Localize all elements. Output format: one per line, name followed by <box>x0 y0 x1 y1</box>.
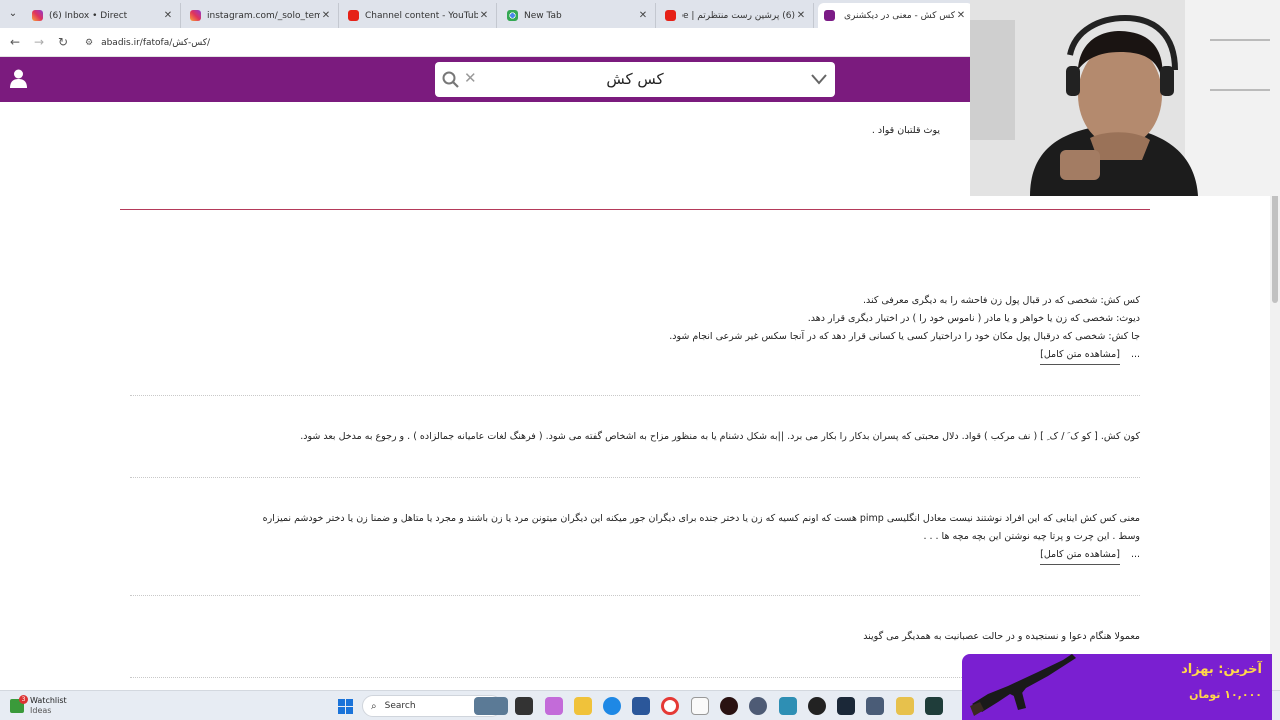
entry-line: جا کش: شخصی که درقبال پول مکان خود را در… <box>669 331 1140 342</box>
store-icon[interactable] <box>632 697 650 715</box>
entry-separator <box>130 395 1140 396</box>
tab-abadis-active[interactable]: کس کش - معنی در دیکشنری آبادیس ✕ <box>818 3 973 28</box>
close-icon[interactable]: ✕ <box>478 10 490 21</box>
entry-line: وسط . این چرت و پرتا چیه نوشتن این بچه م… <box>923 531 1140 542</box>
close-icon[interactable]: ✕ <box>795 10 807 21</box>
forward-arrow-icon[interactable]: → <box>32 35 46 49</box>
entry-line: کون کش. [ کو ک َ / ک ِ ] ( نف مرکب ) قوا… <box>300 431 1140 442</box>
entry-line: دیوث: شخصی که زن یا خواهر و یا مادر ( نا… <box>807 313 1140 324</box>
close-icon[interactable]: ✕ <box>955 10 967 21</box>
weather-widget-icon[interactable] <box>474 697 508 715</box>
entry-more: ... [مشاهده متن کامل] <box>130 346 1140 365</box>
url-text: abadis.ir/fatofa/کس-کش/ <box>101 37 211 48</box>
tab-youtube-channel[interactable]: (6) پرشین رست منتظرتم | YouTube ✕ <box>659 3 814 28</box>
search-box[interactable]: ✕ کس کش <box>435 62 835 97</box>
tab-title: instagram.com/_solo_templar/ <box>207 10 320 21</box>
youtube-icon <box>665 10 676 21</box>
search-input[interactable]: کس کش <box>495 62 775 97</box>
notepad-icon[interactable] <box>691 697 709 715</box>
tab-title: Channel content - YouTube Stu <box>365 10 478 21</box>
telegram-icon[interactable] <box>779 697 797 715</box>
instagram-icon <box>32 10 43 21</box>
back-arrow-icon[interactable]: ← <box>8 35 22 49</box>
previous-entry-fragment: یوث قلتبان قواد . <box>871 125 940 136</box>
user-icon[interactable] <box>10 69 27 88</box>
tab-title: New Tab <box>524 10 562 21</box>
webcam-overlay <box>970 0 1280 196</box>
instagram-icon <box>190 10 201 21</box>
tab-instagram-profile[interactable]: instagram.com/_solo_templar/ ✕ <box>184 3 339 28</box>
app-icon[interactable] <box>925 697 943 715</box>
watchlist-title: Watchlist <box>30 696 67 705</box>
close-icon[interactable]: ✕ <box>162 10 174 21</box>
tab-title: (6) پرشین رست منتظرتم | YouTube <box>682 10 795 21</box>
task-view-icon[interactable] <box>515 697 533 715</box>
app-icon[interactable] <box>720 697 738 715</box>
entry-separator <box>130 477 1140 478</box>
section-divider <box>120 209 1150 210</box>
chrome-taskbar-icon[interactable] <box>661 697 679 715</box>
copilot-icon[interactable] <box>545 697 563 715</box>
app-icon[interactable] <box>896 697 914 715</box>
donation-alert: آخرین: بهزاد ۱۰,۰۰۰ تومان <box>962 654 1272 720</box>
url-field[interactable]: ⚙ abadis.ir/fatofa/کس-کش/ <box>85 33 965 52</box>
entry-more: ... [مشاهده متن کامل] <box>130 546 1140 565</box>
chrome-icon <box>507 10 518 21</box>
watchlist-widget[interactable]: 3 Watchlist Ideas <box>10 695 67 717</box>
screen: ⌄ (6) Inbox • Direct ✕ instagram.com/_so… <box>0 0 1280 720</box>
stocks-icon: 3 <box>10 695 28 713</box>
reload-icon[interactable]: ↻ <box>56 35 70 49</box>
clear-icon[interactable]: ✕ <box>464 69 477 87</box>
tab-inbox-direct[interactable]: (6) Inbox • Direct ✕ <box>26 3 181 28</box>
donation-amount: ۱۰,۰۰۰ تومان <box>1189 688 1262 701</box>
entry-line: معمولا هنگام دعوا و نسنجیده و در حالت عص… <box>863 631 1140 642</box>
chevron-down-icon[interactable] <box>811 74 827 85</box>
show-full-text-link[interactable]: [مشاهده متن کامل] <box>1040 546 1120 565</box>
tab-youtube-studio[interactable]: Channel content - YouTube Stu ✕ <box>342 3 497 28</box>
obs-icon[interactable] <box>808 697 826 715</box>
entry-line: معنی کس کش اینایی که این افراد نوشتند نی… <box>262 513 1140 524</box>
abadis-icon <box>824 10 835 21</box>
windows-start-icon[interactable] <box>338 699 353 714</box>
app-icon[interactable] <box>749 697 767 715</box>
taskbar-search-placeholder: Search <box>384 701 416 711</box>
ellipsis: ... <box>1130 349 1140 360</box>
entry-separator <box>130 595 1140 596</box>
tab-new-tab[interactable]: New Tab ✕ <box>501 3 656 28</box>
rifle-icon <box>970 654 1076 716</box>
tab-title: کس کش - معنی در دیکشنری آبادیس <box>841 10 955 21</box>
tab-search-chevron-icon[interactable]: ⌄ <box>6 7 20 21</box>
file-explorer-icon[interactable] <box>574 697 592 715</box>
close-icon[interactable]: ✕ <box>637 10 649 21</box>
edge-icon[interactable] <box>603 697 621 715</box>
site-info-icon[interactable]: ⚙ <box>85 38 93 48</box>
close-icon[interactable]: ✕ <box>320 10 332 21</box>
notification-badge: 3 <box>19 695 28 704</box>
ellipsis: ... <box>1130 549 1140 560</box>
watchlist-subtitle: Ideas <box>30 706 52 715</box>
show-full-text-link[interactable]: [مشاهده متن کامل] <box>1040 346 1120 365</box>
search-icon: ⌕ <box>371 700 377 712</box>
entry-line: کس کش: شخصی که در قبال پول زن فاحشه را ب… <box>862 295 1140 306</box>
streamer-webcam-image <box>970 0 1280 196</box>
search-icon[interactable] <box>442 71 459 88</box>
app-icon[interactable] <box>866 697 884 715</box>
steam-icon[interactable] <box>837 697 855 715</box>
tab-title: (6) Inbox • Direct <box>49 10 128 21</box>
donation-donor: آخرین: بهزاد <box>1181 662 1262 677</box>
youtube-icon <box>348 10 359 21</box>
